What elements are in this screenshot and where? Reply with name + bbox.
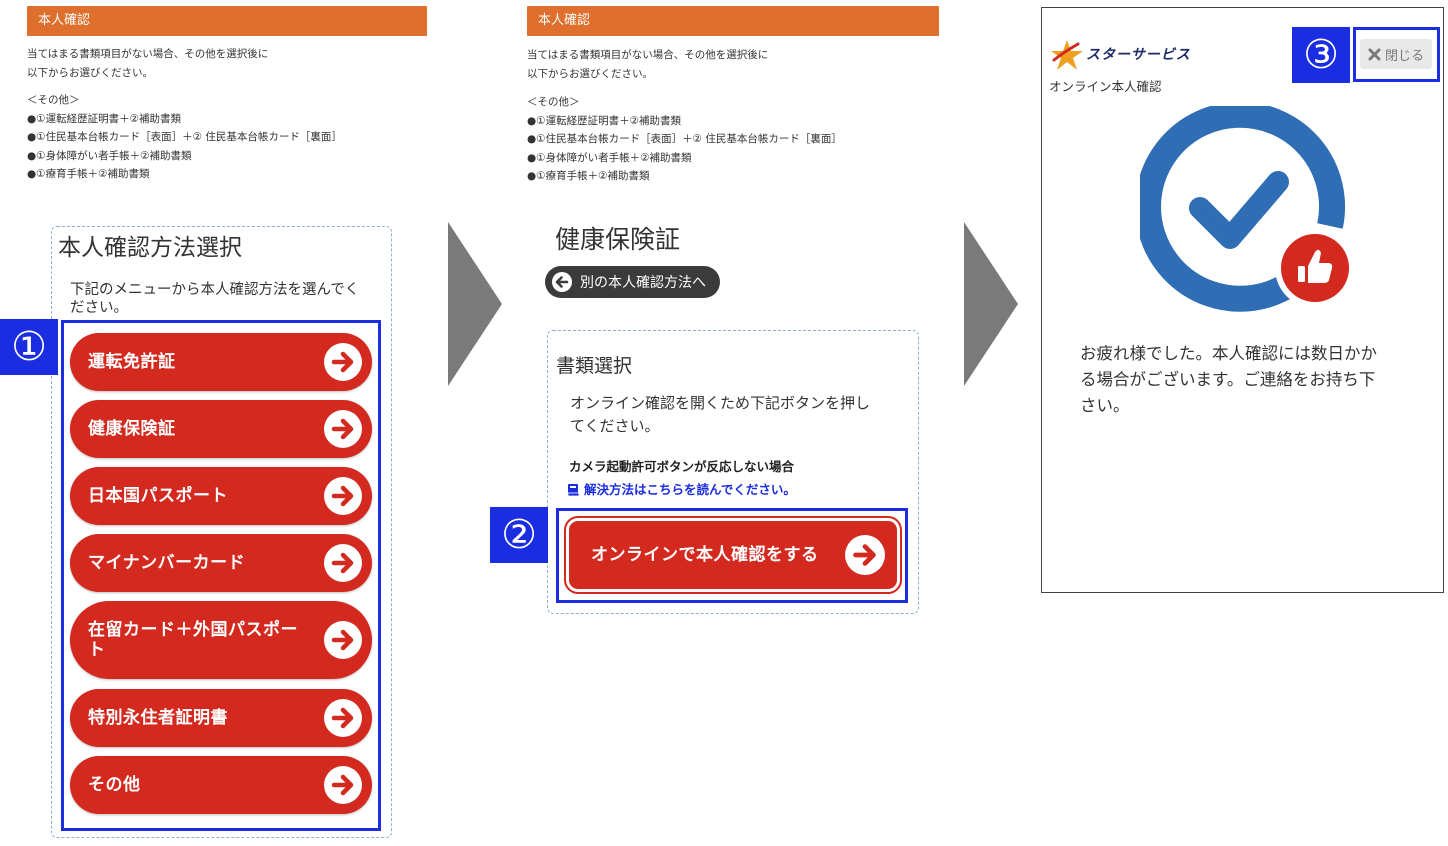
arrow-right-circle-icon — [845, 535, 885, 575]
help-link-label: 解決方法はこちらを読んでください。 — [584, 482, 796, 497]
list-item: ●①療育手帳＋②補助書類 — [527, 170, 650, 182]
document-select-title: 書類選択 — [556, 355, 633, 377]
step-badge-3: ③ — [1292, 27, 1350, 83]
description-line: てください。 — [570, 417, 660, 435]
intro-line: 当てはまる書類項目がない場合、その他を選択後に — [527, 49, 769, 61]
arrow-left-circle-icon — [552, 272, 572, 292]
brand-name: スターサービス — [1086, 47, 1191, 63]
help-link[interactable]: 解決方法はこちらを読んでください。 — [567, 481, 796, 499]
description-line: オンライン確認を開くため下記ボタンを押し — [570, 394, 871, 412]
online-verify-button[interactable]: オンラインで本人確認をする — [564, 516, 902, 594]
other-heading: ＜その他＞ — [527, 96, 580, 108]
document-title: 健康保険証 — [555, 225, 681, 254]
message-line: お疲れ様でした。本人確認には数日かか — [1080, 344, 1377, 363]
list-item: ●①運転経歴証明書＋②補助書類 — [527, 114, 681, 127]
message-line: る場合がございます。ご連絡をお持ち下 — [1080, 370, 1376, 389]
book-icon — [567, 484, 580, 497]
list-item: ●①身体障がい者手帳＋②補助書類 — [527, 151, 692, 164]
close-label: 閉じる — [1384, 48, 1424, 64]
intro-line: 以下からお選びください。 — [527, 68, 653, 80]
panel-document-select: 本人確認 当てはまる書類項目がない場合、その他を選択後に 以下からお選びください… — [0, 0, 960, 846]
completion-modal: スターサービス オンライン本人確認 ③ 閉じる お疲れ様でした。本人確認には数日… — [1041, 7, 1444, 593]
x-icon — [1368, 48, 1381, 60]
other-documents-list: ＜その他＞ ●①運転経歴証明書＋②補助書類 ●①住民基本台帳カード［表面］＋② … — [527, 93, 842, 186]
star-logo-icon — [1051, 40, 1083, 70]
step-arrow-icon — [964, 222, 1018, 386]
intro-text: 当てはまる書類項目がない場合、その他を選択後に 以下からお選びください。 — [527, 46, 768, 84]
check-circle-icon — [1140, 106, 1355, 312]
camera-note: カメラ起動許可ボタンが反応しない場合 — [569, 459, 795, 474]
completion-message: お疲れ様でした。本人確認には数日かか る場合がございます。ご連絡をお持ち下 さい… — [1080, 341, 1377, 419]
message-line: さい。 — [1080, 396, 1130, 415]
back-label: 別の本人確認方法へ — [580, 275, 706, 291]
step-badge-2: ② — [490, 507, 548, 563]
section-header: 本人確認 — [527, 6, 939, 36]
list-item: ●①住民基本台帳カード［表面］＋② 住民基本台帳カード［裏面］ — [527, 133, 842, 145]
close-button[interactable]: 閉じる — [1360, 39, 1432, 69]
document-select-description: オンライン確認を開くため下記ボタンを押し てください。 — [570, 392, 870, 438]
modal-subtitle: オンライン本人確認 — [1049, 79, 1162, 94]
back-to-methods-button[interactable]: 別の本人確認方法へ — [545, 266, 720, 298]
